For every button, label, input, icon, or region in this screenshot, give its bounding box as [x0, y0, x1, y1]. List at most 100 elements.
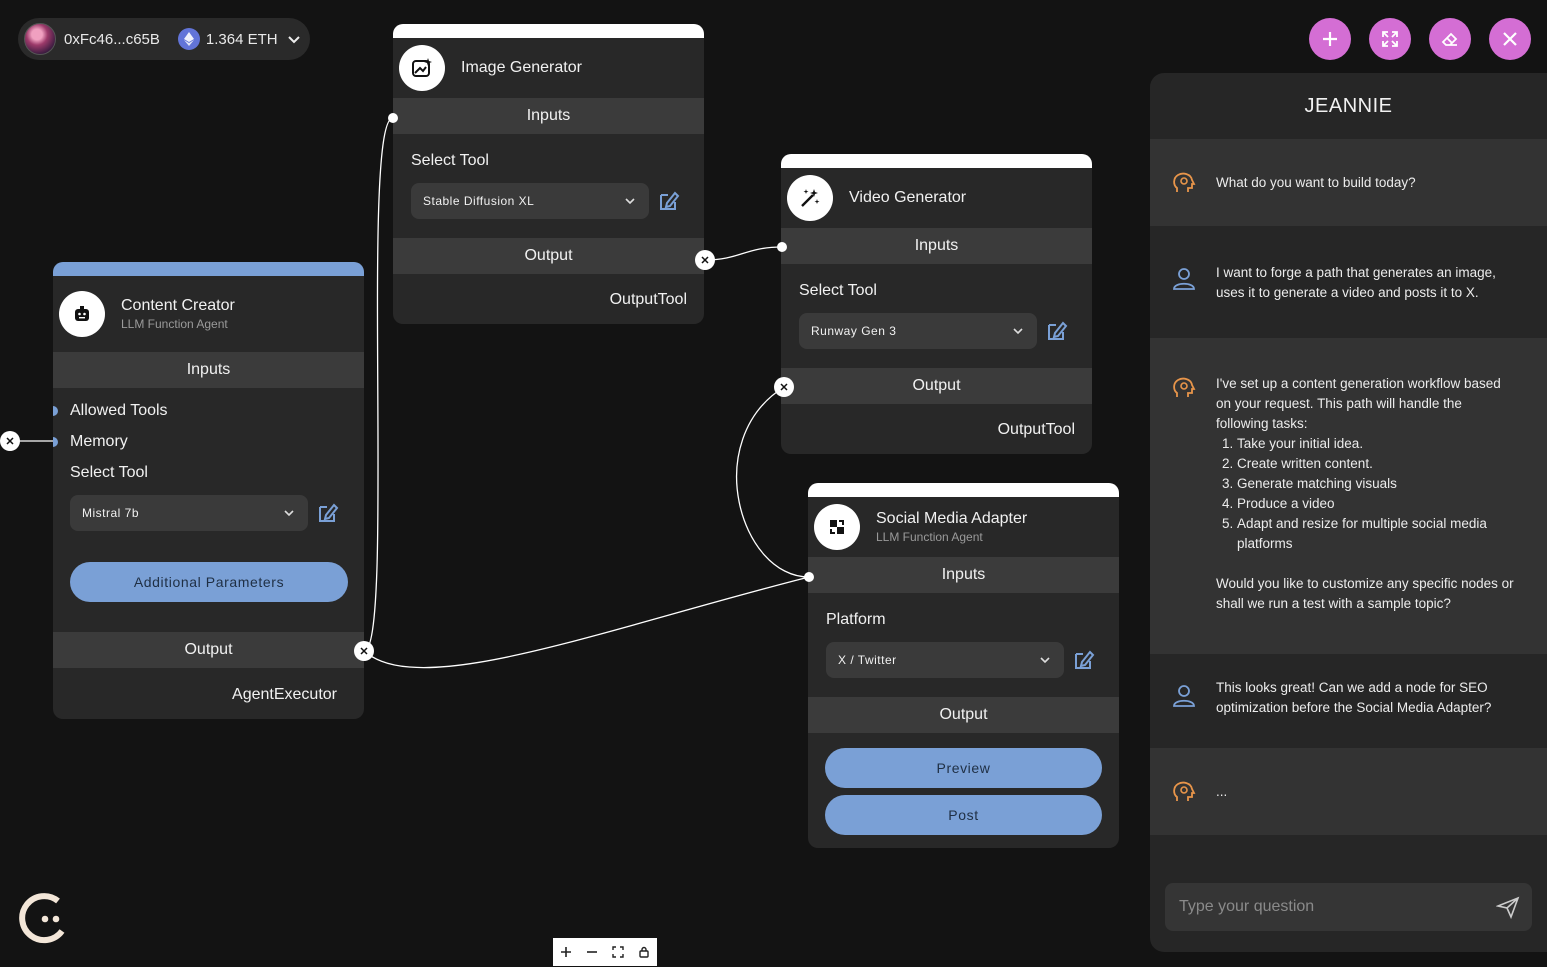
wallet-pill[interactable]: 0xFc46...c65B 1.364 ETH — [18, 18, 310, 60]
user-icon — [1173, 685, 1195, 707]
eraser-icon — [1441, 32, 1458, 46]
expand-button[interactable] — [1369, 18, 1411, 60]
select-tool-label: Select Tool — [411, 152, 489, 169]
node-header-bar — [393, 24, 704, 38]
task-item: Generate matching visuals — [1237, 474, 1516, 494]
share-icon — [814, 504, 860, 550]
chat-message-bot: What do you want to build today? — [1150, 139, 1547, 226]
typing-indicator: ... — [1216, 784, 1228, 799]
app-logo — [19, 893, 65, 944]
node-title: Image Generator — [461, 59, 582, 76]
tool-select[interactable]: Runway Gen 3 — [799, 313, 1037, 349]
node-header: Video Generator — [781, 168, 1092, 228]
edit-icon[interactable] — [1072, 648, 1096, 672]
close-button[interactable] — [1489, 18, 1531, 60]
output-section-header: Output — [808, 697, 1119, 733]
chevron-down-icon — [1040, 657, 1050, 664]
plus-icon — [561, 947, 571, 957]
platform-select[interactable]: X / Twitter — [826, 642, 1064, 678]
tool-select[interactable]: Mistral 7b — [70, 495, 308, 531]
chat-message-user: This looks great! Can we add a node for … — [1150, 654, 1547, 748]
edit-icon[interactable] — [1045, 319, 1069, 343]
node-header-bar — [808, 483, 1119, 497]
input-handle-video-generator[interactable] — [777, 242, 787, 252]
fit-view-button[interactable] — [611, 945, 625, 959]
output-value: OutputTool — [609, 291, 687, 308]
image-generator-node[interactable]: Image Generator Inputs Select Tool Stabl… — [393, 24, 704, 324]
input-handle-image-generator[interactable] — [388, 113, 398, 123]
clear-button[interactable] — [1429, 18, 1471, 60]
canvas-controls — [553, 938, 657, 966]
inputs-section-header: Inputs — [808, 557, 1119, 593]
lock-icon — [639, 946, 649, 958]
social-media-adapter-node[interactable]: Social Media Adapter LLM Function Agent … — [808, 483, 1119, 848]
lock-button[interactable] — [637, 945, 651, 959]
output-value: AgentExecutor — [232, 686, 337, 703]
message-intro: I've set up a content generation workflo… — [1216, 376, 1501, 431]
allowed-tools-handle[interactable] — [53, 406, 58, 416]
post-button[interactable]: Post — [825, 795, 1102, 835]
close-icon — [1503, 32, 1517, 46]
chat-input[interactable] — [1177, 897, 1481, 917]
edit-icon[interactable] — [657, 189, 681, 213]
select-tool-label: Select Tool — [799, 282, 877, 299]
avatar — [24, 23, 56, 55]
additional-parameters-button[interactable]: Additional Parameters — [70, 562, 348, 602]
chat-message-user: I want to forge a path that generates an… — [1150, 226, 1547, 338]
output-handle-video-generator[interactable] — [774, 377, 794, 397]
tool-select[interactable]: Stable Diffusion XL — [411, 183, 649, 219]
message-outro: Would you like to customize any specific… — [1216, 576, 1514, 611]
edge-image-to-video — [704, 246, 783, 261]
user-icon — [1173, 268, 1195, 290]
inputs-section-header: Inputs — [393, 98, 704, 134]
remove-edge-handle[interactable] — [0, 431, 20, 451]
chat-message-bot: ... — [1150, 748, 1547, 835]
memory-handle[interactable] — [53, 437, 58, 447]
bot-brain-icon — [1173, 781, 1196, 801]
chat-message-text: I want to forge a path that generates an… — [1216, 265, 1496, 300]
chat-message-bot: I've set up a content generation workflo… — [1150, 338, 1547, 654]
task-item: Create written content. — [1237, 454, 1516, 474]
content-creator-node[interactable]: Content Creator LLM Function Agent Input… — [53, 262, 364, 719]
node-header-bar — [53, 262, 364, 276]
node-title: Content Creator — [121, 297, 235, 314]
expand-icon — [1382, 31, 1398, 47]
bot-brain-icon — [1173, 172, 1196, 192]
input-handle-social-media[interactable] — [804, 572, 814, 582]
tool-select-value: Mistral 7b — [82, 506, 140, 520]
output-section-header: Output — [781, 368, 1092, 404]
chevron-down-icon[interactable] — [286, 31, 302, 47]
video-generator-node[interactable]: Video Generator Inputs Select Tool Runwa… — [781, 154, 1092, 454]
close-icon — [360, 647, 368, 655]
task-item: Take your initial idea. — [1237, 434, 1516, 454]
bot-brain-icon — [1173, 377, 1196, 397]
wallet-balance: 1.364 ETH — [205, 30, 278, 48]
node-title: Video Generator — [849, 189, 967, 206]
add-node-button[interactable] — [1309, 18, 1351, 60]
node-header: Image Generator — [393, 38, 704, 98]
select-tool-label: Select Tool — [70, 464, 148, 481]
node-subtitle: LLM Function Agent — [121, 317, 228, 331]
robot-icon — [59, 291, 105, 337]
image-sparkle-icon — [399, 45, 445, 91]
task-item: Produce a video — [1237, 494, 1516, 514]
zoom-out-button[interactable] — [585, 945, 599, 959]
edit-icon[interactable] — [316, 501, 340, 525]
edge-content-to-image — [363, 117, 394, 652]
zoom-in-button[interactable] — [559, 945, 573, 959]
output-handle-image-generator[interactable] — [695, 250, 715, 270]
task-item: Adapt and resize for multiple social med… — [1237, 514, 1516, 554]
close-icon — [6, 437, 14, 445]
send-icon[interactable] — [1496, 895, 1520, 919]
wallet-address: 0xFc46...c65B — [64, 30, 160, 48]
chat-title: JEANNIE — [1304, 95, 1393, 117]
chat-input-box[interactable] — [1165, 883, 1532, 931]
output-handle-content-creator[interactable] — [354, 641, 374, 661]
node-title: Social Media Adapter — [876, 510, 1028, 527]
tool-select-value: Stable Diffusion XL — [423, 194, 535, 208]
preview-button[interactable]: Preview — [825, 748, 1102, 788]
chevron-down-icon — [1013, 328, 1023, 335]
chevron-down-icon — [625, 198, 635, 205]
ethereum-icon — [177, 28, 200, 50]
chat-message-text: This looks great! Can we add a node for … — [1216, 680, 1492, 715]
